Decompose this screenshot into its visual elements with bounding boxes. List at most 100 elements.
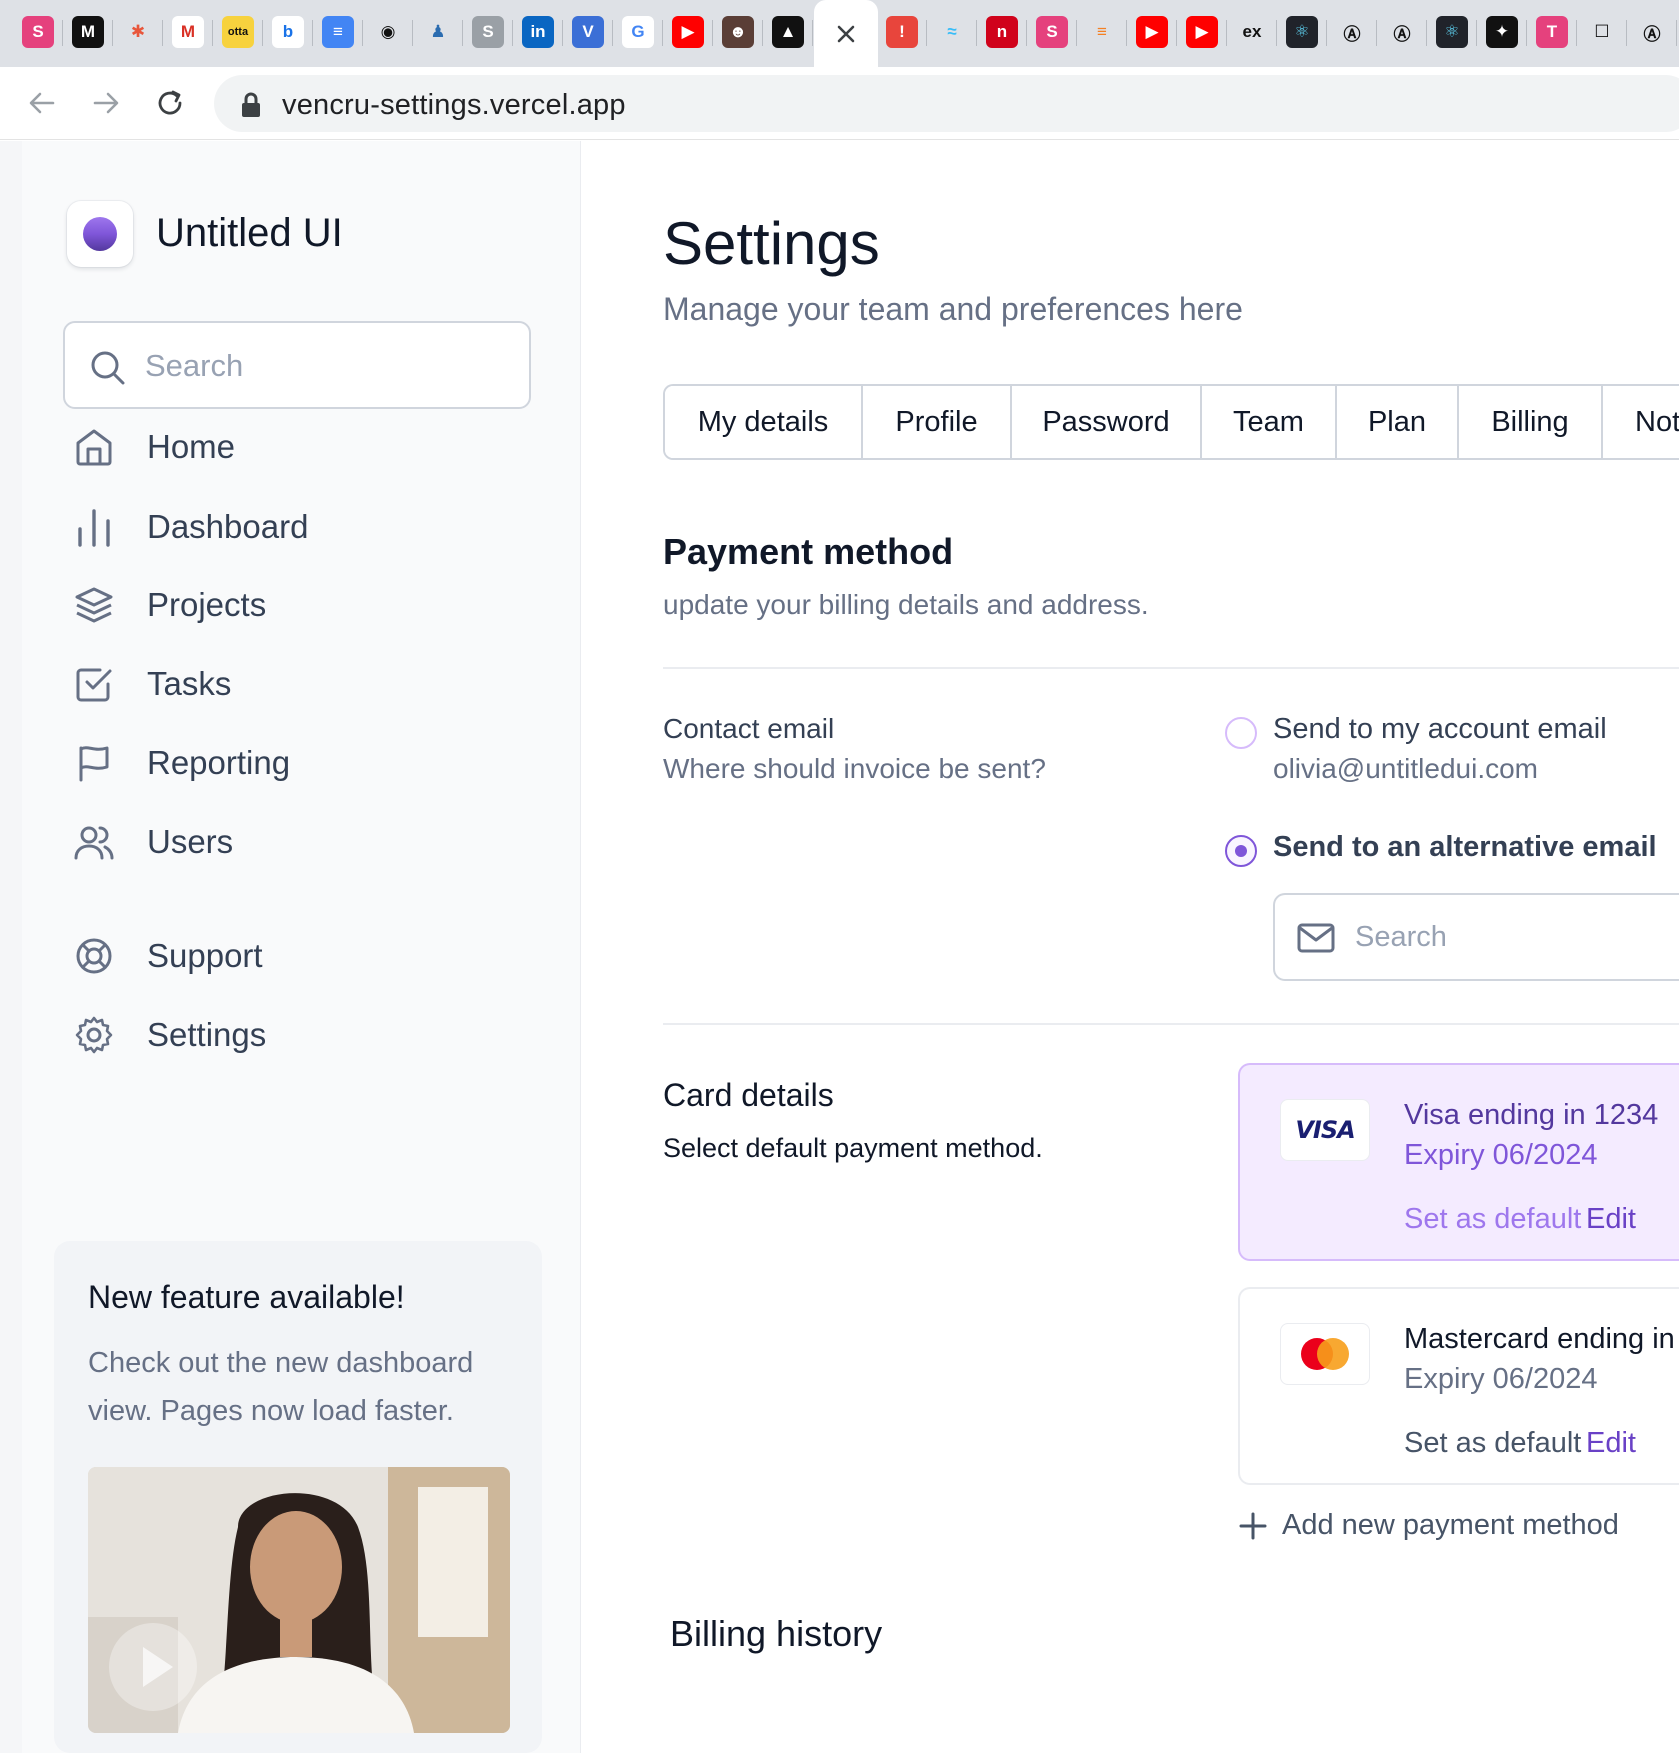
a-circle-icon[interactable]: Ⓐ: [1386, 16, 1418, 48]
tab-notifications[interactable]: Not: [1603, 386, 1679, 458]
s-icon[interactable]: S: [22, 16, 54, 48]
youtube-icon[interactable]: ▶: [672, 16, 704, 48]
arrow-left-icon: [29, 92, 55, 114]
gmail-icon[interactable]: M: [172, 16, 204, 48]
feature-announcement-card: New feature available! Check out the new…: [54, 1241, 542, 1753]
tab-separator: [162, 20, 163, 46]
google-icon[interactable]: G: [622, 16, 654, 48]
sidebar-item-dashboard[interactable]: Dashboard: [72, 499, 512, 555]
s-gray-icon[interactable]: S: [472, 16, 504, 48]
page-subtitle: Manage your team and preferences here: [663, 291, 1243, 327]
card-name: Mastercard ending in: [1404, 1323, 1675, 1355]
tab-separator: [812, 20, 813, 46]
n-red-icon[interactable]: n: [986, 16, 1018, 48]
edit-card-button[interactable]: Edit: [1586, 1427, 1636, 1460]
a-circle-icon[interactable]: Ⓐ: [1636, 16, 1668, 48]
card-details-label: Card details: [663, 1077, 834, 1113]
card-name: Visa ending in 1234: [1404, 1099, 1659, 1131]
payment-card-mastercard[interactable]: Mastercard ending in Expiry 06/2024 Set …: [1238, 1287, 1679, 1485]
sidebar-item-reporting[interactable]: Reporting: [72, 735, 512, 791]
star-badge-icon[interactable]: ✦: [1486, 16, 1518, 48]
lock-icon: [242, 92, 260, 117]
reload-icon: [158, 90, 182, 115]
logo[interactable]: [67, 201, 133, 267]
search-placeholder: Search: [145, 348, 244, 383]
triangle-icon[interactable]: ▲: [772, 16, 804, 48]
sidebar-item-projects[interactable]: Projects: [72, 577, 512, 633]
figure-icon[interactable]: ♟: [422, 16, 454, 48]
tab-my-details[interactable]: My details: [665, 386, 863, 458]
card-expiry: Expiry 06/2024: [1404, 1139, 1598, 1171]
doc-blue-icon[interactable]: b: [272, 16, 304, 48]
main-content: Settings Manage your team and preference…: [582, 141, 1679, 1753]
address-bar[interactable]: vencru-settings.vercel.app: [214, 75, 1679, 132]
payment-method-subtitle: update your billing details and address.: [663, 589, 1149, 620]
t-icon[interactable]: T: [1536, 16, 1568, 48]
sidebar-item-settings[interactable]: Settings: [72, 1007, 512, 1063]
tab-separator: [412, 20, 413, 46]
sidebar-search-input[interactable]: Search: [63, 321, 531, 409]
react-icon[interactable]: ⚛: [1436, 16, 1468, 48]
ex-icon[interactable]: ex: [1236, 16, 1268, 48]
tab-separator: [562, 20, 563, 46]
close-icon[interactable]: [835, 23, 857, 45]
back-button[interactable]: [24, 85, 60, 121]
otta-icon[interactable]: otta: [222, 16, 254, 48]
sidebar-item-support[interactable]: Support: [72, 928, 512, 984]
forward-button[interactable]: [88, 85, 124, 121]
page-gutter: [0, 141, 22, 1753]
s-pink-icon[interactable]: S: [1036, 16, 1068, 48]
tab-separator: [712, 20, 713, 46]
app: Untitled UI Search Home Dashboard Projec…: [0, 141, 1679, 1753]
stackoverflow-icon[interactable]: ≡: [1086, 16, 1118, 48]
avatar-icon[interactable]: ☻: [722, 16, 754, 48]
active-tab[interactable]: [814, 0, 878, 67]
tab-separator: [1626, 20, 1627, 46]
a-circle-icon[interactable]: Ⓐ: [1336, 16, 1368, 48]
users-icon: [72, 820, 116, 864]
medium-icon[interactable]: M: [72, 16, 104, 48]
radio-account-email[interactable]: [1225, 717, 1257, 749]
shield-v-icon[interactable]: V: [572, 16, 604, 48]
google-docs-icon[interactable]: ≡: [322, 16, 354, 48]
edit-card-button[interactable]: Edit: [1586, 1203, 1636, 1236]
url-text: vencru-settings.vercel.app: [282, 89, 626, 121]
sidebar-item-label: Settings: [147, 1016, 267, 1053]
tab-billing[interactable]: Billing: [1459, 386, 1603, 458]
react-icon[interactable]: ⚛: [1286, 16, 1318, 48]
linkedin-icon[interactable]: in: [522, 16, 554, 48]
radio-alternative-email[interactable]: [1225, 835, 1257, 867]
tab-plan[interactable]: Plan: [1337, 386, 1459, 458]
check-square-icon: [72, 662, 116, 706]
asterisk-icon[interactable]: ✱: [122, 16, 154, 48]
tab-separator: [1226, 20, 1227, 46]
mail-icon: [1297, 923, 1335, 953]
github-icon[interactable]: ◉: [372, 16, 404, 48]
tab-profile[interactable]: Profile: [863, 386, 1012, 458]
tab-separator: [662, 20, 663, 46]
add-payment-method-button[interactable]: Add new payment method: [1238, 1509, 1619, 1542]
square-icon[interactable]: ☐: [1586, 16, 1618, 48]
sidebar-item-tasks[interactable]: Tasks: [72, 656, 512, 712]
logo-mark-icon: [83, 217, 117, 251]
alert-icon[interactable]: !: [886, 16, 918, 48]
sidebar-item-home[interactable]: Home: [72, 419, 512, 475]
add-payment-method-label: Add new payment method: [1282, 1509, 1619, 1541]
tab-separator: [976, 20, 977, 46]
reload-button[interactable]: [152, 85, 188, 121]
sidebar-item-users[interactable]: Users: [72, 814, 512, 870]
sidebar-item-label: Support: [147, 937, 263, 974]
youtube-icon[interactable]: ▶: [1136, 16, 1168, 48]
youtube-icon[interactable]: ▶: [1186, 16, 1218, 48]
tailwind-icon[interactable]: ≈: [936, 16, 968, 48]
set-default-button[interactable]: Set as default: [1404, 1427, 1581, 1460]
tab-separator: [1526, 20, 1527, 46]
page-title: Settings: [663, 210, 880, 277]
tab-separator: [1026, 20, 1027, 46]
feature-video-thumbnail[interactable]: [88, 1467, 510, 1733]
alternative-email-input[interactable]: Search: [1273, 893, 1679, 981]
payment-card-visa[interactable]: VISA Visa ending in 1234 Expiry 06/2024 …: [1238, 1063, 1679, 1261]
tab-team[interactable]: Team: [1202, 386, 1337, 458]
tab-password[interactable]: Password: [1012, 386, 1202, 458]
set-default-button[interactable]: Set as default: [1404, 1203, 1581, 1236]
